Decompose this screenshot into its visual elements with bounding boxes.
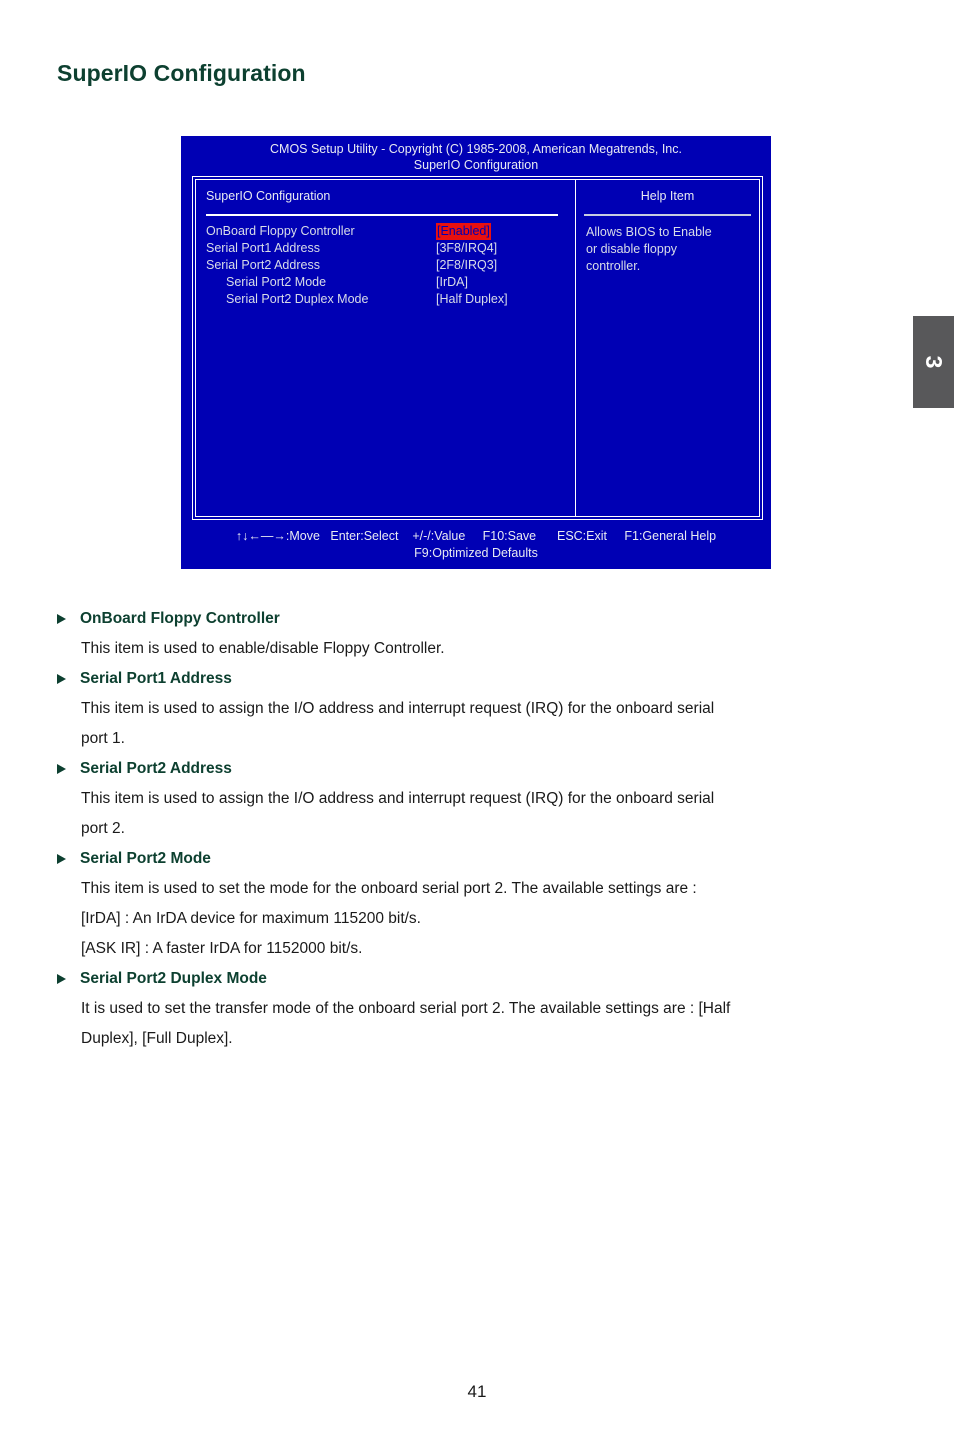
triangle-bullet-icon [57,614,66,624]
bios-help-pane: Help Item Allows BIOS to Enable or disab… [575,180,759,516]
bios-footer: ↑↓←—→:Move Enter:Select +/-/:Value F10:S… [181,528,771,562]
help-text-line: Allows BIOS to Enable [586,225,712,239]
description-block-serial-port2-address: Serial Port2 Address This item is used t… [57,754,902,844]
menu-row-serial-port2-address[interactable]: Serial Port2 Address [2F8/IRQ3] [206,257,575,274]
description-line: This item is used to assign the I/O addr… [81,790,715,807]
menu-row-serial-port2-mode[interactable]: Serial Port2 Mode [IrDA] [206,274,575,291]
description-line: This item is used to set the mode for th… [81,880,697,897]
bios-footer-keys: ↑↓←—→:Move Enter:Select +/-/:Value F10:S… [235,529,717,543]
triangle-bullet-icon [57,764,66,774]
menu-row-onboard-floppy-controller[interactable]: OnBoard Floppy Controller [Enabled] [206,223,575,240]
menu-value-serial-port1-address[interactable]: [3F8/IRQ4] [436,240,497,257]
description-line: [IrDA] : An IrDA device for maximum 1152… [81,910,421,927]
description-heading: Serial Port2 Address [57,754,902,784]
menu-label-serial-port2-address: Serial Port2 Address [206,258,320,272]
description-line: Duplex], [Full Duplex]. [81,1030,233,1047]
triangle-bullet-icon [57,854,66,864]
menu-label-onboard-floppy-controller: OnBoard Floppy Controller [206,224,355,238]
description-heading-label: Serial Port1 Address [80,670,232,687]
description-line: It is used to set the transfer mode of t… [81,1000,731,1017]
bios-screen-name: SuperIO Configuration [413,158,539,172]
bios-title-bar: CMOS Setup Utility - Copyright (C) 1985-… [181,136,771,173]
description-heading-label: Serial Port2 Address [80,760,232,777]
bios-menu-list: OnBoard Floppy Controller [Enabled] Seri… [206,223,575,308]
description-heading-label: Serial Port2 Duplex Mode [80,970,267,987]
description-heading: Serial Port1 Address [57,664,902,694]
description-block-serial-port2-mode: Serial Port2 Mode This item is used to s… [57,844,902,964]
menu-value-serial-port2-duplex-mode[interactable]: [Half Duplex] [436,291,508,308]
bios-settings-pane: SuperIO Configuration OnBoard Floppy Con… [196,180,575,516]
chapter-tab: 3 [913,316,954,408]
description-heading-label: OnBoard Floppy Controller [80,610,280,627]
bios-help-header: Help Item [640,189,695,203]
bios-copyright-line: CMOS Setup Utility - Copyright (C) 1985-… [270,142,682,156]
description-line: This item is used to enable/disable Flop… [81,640,445,657]
triangle-bullet-icon [57,674,66,684]
description-block-serial-port2-duplex-mode: Serial Port2 Duplex Mode It is used to s… [57,964,902,1054]
bios-frame: SuperIO Configuration OnBoard Floppy Con… [192,176,763,520]
description-heading-label: Serial Port2 Mode [80,850,211,867]
menu-label-serial-port2-duplex-mode: Serial Port2 Duplex Mode [226,292,369,306]
triangle-bullet-icon [57,974,66,984]
description-heading: OnBoard Floppy Controller [57,604,902,634]
description-block-serial-port1-address: Serial Port1 Address This item is used t… [57,664,902,754]
description-block-onboard-floppy-controller: OnBoard Floppy Controller This item is u… [57,604,902,664]
bios-screenshot: CMOS Setup Utility - Copyright (C) 1985-… [181,136,771,569]
help-text-line: controller. [586,259,641,273]
section-divider [206,214,558,216]
menu-label-serial-port2-mode: Serial Port2 Mode [226,275,327,289]
menu-value-serial-port2-address[interactable]: [2F8/IRQ3] [436,257,497,274]
bios-help-text: Allows BIOS to Enable or disable floppy … [576,224,759,275]
help-divider [584,214,751,216]
menu-value-onboard-floppy-controller[interactable]: [Enabled] [436,223,491,240]
description-line: port 1. [81,730,125,747]
description-line: This item is used to assign the I/O addr… [81,700,715,717]
description-heading: Serial Port2 Mode [57,844,902,874]
bios-frame-inner: SuperIO Configuration OnBoard Floppy Con… [195,179,760,517]
chapter-tab-number: 3 [921,355,947,369]
menu-row-serial-port1-address[interactable]: Serial Port1 Address [3F8/IRQ4] [206,240,575,257]
menu-row-serial-port2-duplex-mode[interactable]: Serial Port2 Duplex Mode [Half Duplex] [206,291,575,308]
description-line: port 2. [81,820,125,837]
description-heading: Serial Port2 Duplex Mode [57,964,902,994]
description-line: [ASK IR] : A faster IrDA for 1152000 bit… [81,940,363,957]
bios-section-header: SuperIO Configuration [206,189,331,203]
menu-label-serial-port1-address: Serial Port1 Address [206,241,320,255]
help-text-line: or disable floppy [586,242,678,256]
page-title: SuperIO Configuration [57,60,306,86]
page-number: 41 [467,1382,487,1401]
bios-footer-defaults: F9:Optimized Defaults [414,546,538,560]
menu-value-serial-port2-mode[interactable]: [IrDA] [436,274,468,291]
description-list: OnBoard Floppy Controller This item is u… [57,604,902,1054]
